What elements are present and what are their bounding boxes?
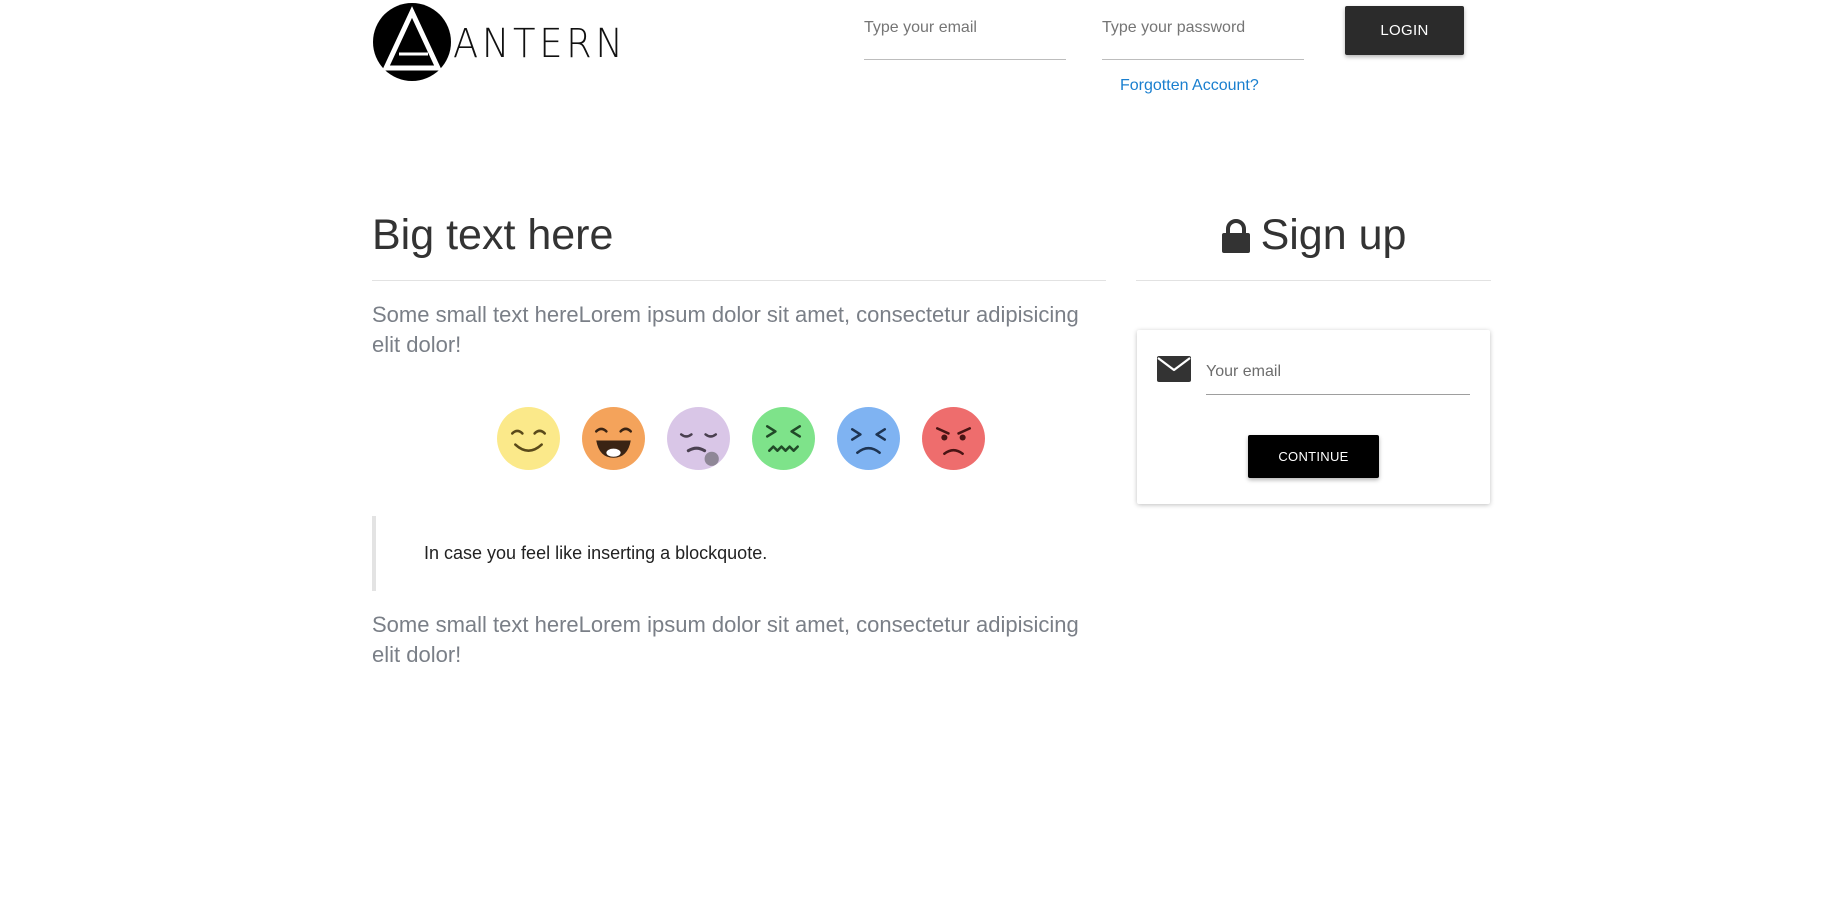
signup-title: Sign up — [1260, 211, 1407, 259]
signup-card: CONTINUE — [1137, 330, 1490, 504]
login-password-field[interactable] — [1102, 0, 1304, 60]
login-email-field[interactable] — [864, 0, 1066, 60]
login-password-input[interactable] — [1102, 0, 1304, 56]
envelope-icon — [1157, 356, 1191, 382]
signup-heading: Sign up — [1136, 211, 1491, 259]
sleepy-face-icon[interactable] — [666, 406, 731, 471]
continue-button[interactable]: CONTINUE — [1248, 435, 1379, 478]
laughing-face-icon[interactable] — [581, 406, 646, 471]
outro-text: Some small text hereLorem ipsum dolor si… — [372, 612, 1079, 667]
sad-face-icon[interactable] — [836, 406, 901, 471]
logo-text: ANTERN — [453, 21, 627, 67]
blockquote-text: In case you feel like inserting a blockq… — [424, 543, 768, 563]
blockquote: In case you feel like inserting a blockq… — [372, 516, 1106, 591]
page-title: Big text here — [372, 211, 614, 259]
title-divider — [372, 280, 1106, 281]
emoji-row — [496, 406, 986, 471]
signup-divider — [1136, 280, 1491, 281]
login-email-input[interactable] — [864, 0, 1066, 56]
forgotten-account-link[interactable]: Forgotten Account? — [1120, 77, 1259, 95]
lock-icon — [1221, 218, 1250, 253]
signup-email-input[interactable] — [1206, 350, 1470, 394]
signup-email-field[interactable] — [1206, 350, 1470, 395]
login-button[interactable]: LOGIN — [1345, 6, 1464, 55]
smiling-face-icon[interactable] — [496, 406, 561, 471]
intro-text: Some small text hereLorem ipsum dolor si… — [372, 302, 1079, 357]
nauseated-face-icon[interactable] — [751, 406, 816, 471]
angry-face-icon[interactable] — [921, 406, 986, 471]
logo-icon — [373, 3, 451, 81]
site-logo[interactable]: ANTERN — [372, 2, 642, 82]
